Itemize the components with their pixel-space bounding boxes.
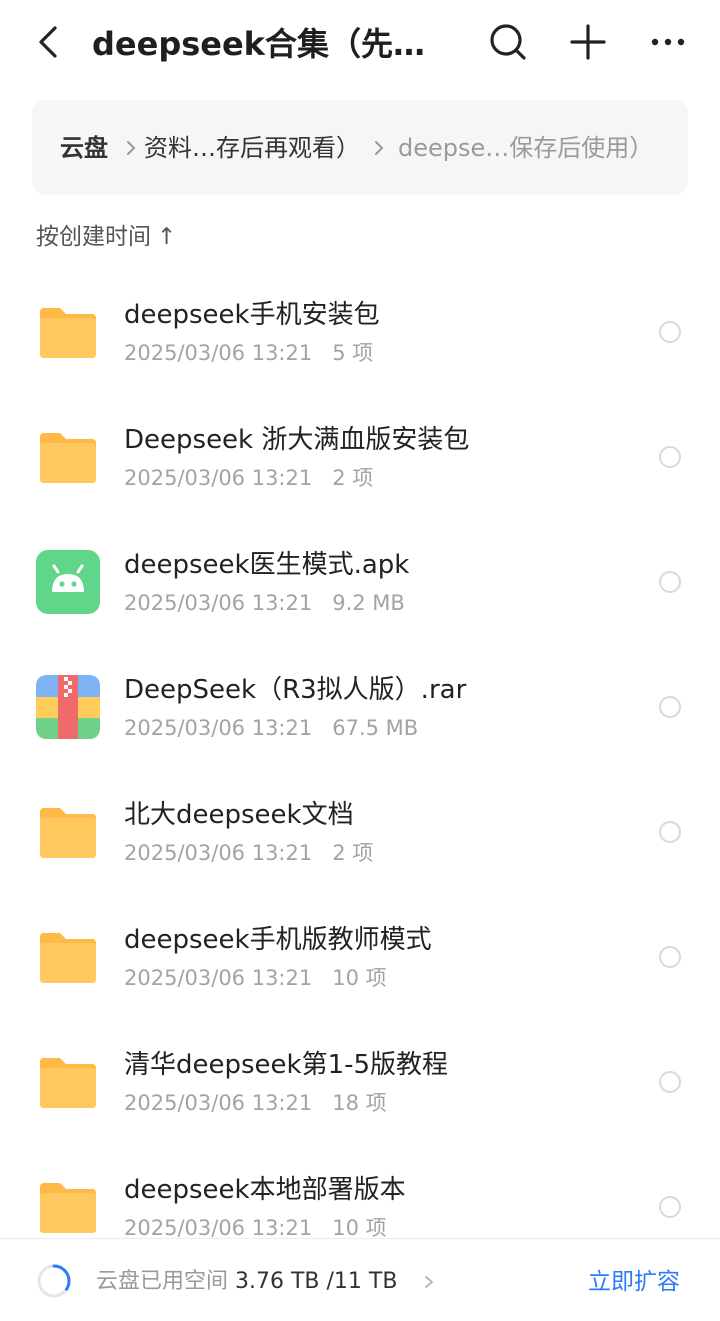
file-meta: 2025/03/06 13:21 2 项 [124,838,373,868]
file-info: 2 项 [332,466,374,490]
breadcrumb-current: deepse…保存后使用） [398,134,654,162]
file-row[interactable]: deepseek本地部署版本 2025/03/06 13:21 10 项 [0,1145,720,1238]
expand-storage-button[interactable]: 立即扩容 [588,1267,680,1297]
file-row[interactable]: Deepseek 浙大满血版安装包 2025/03/06 13:21 2 项 [0,395,720,520]
select-radio[interactable] [659,821,681,843]
chevron-left-icon[interactable] [30,22,70,62]
file-name: deepseek本地部署版本 [124,1175,406,1205]
file-date: 2025/03/06 13:21 [124,966,313,990]
file-date: 2025/03/06 13:21 [124,341,313,365]
file-meta: 2025/03/06 13:21 10 项 [124,1213,387,1238]
file-meta: 2025/03/06 13:21 9.2 MB [124,588,405,618]
more-horizontal-icon[interactable] [646,20,690,64]
file-meta: 2025/03/06 13:21 10 项 [124,963,387,993]
sort-selector[interactable]: 按创建时间 ↑ [36,222,176,252]
folder-icon [40,933,96,983]
file-name: deepseek医生模式.apk [124,550,410,580]
file-date: 2025/03/06 13:21 [124,841,313,865]
folder-icon [40,433,96,483]
select-radio[interactable] [659,1196,681,1218]
file-row[interactable]: deepseek手机安装包 2025/03/06 13:21 5 项 [0,270,720,395]
folder-icon [40,1058,96,1108]
file-date: 2025/03/06 13:21 [124,466,313,490]
file-row[interactable]: DeepSeek（R3拟人版）.rar 2025/03/06 13:21 67.5… [0,645,720,770]
breadcrumb: 云盘 资料…存后再观看） deepse…保存后使用） [32,100,688,195]
select-radio[interactable] [659,696,681,718]
breadcrumb-middle[interactable]: 资料…存后再观看） [144,132,354,164]
file-name: 北大deepseek文档 [124,800,354,830]
file-name: 清华deepseek第1-5版教程 [124,1050,449,1080]
sort-label: 按创建时间 [36,224,151,250]
file-info: 5 项 [332,341,374,365]
file-row[interactable]: 北大deepseek文档 2025/03/06 13:21 2 项 [0,770,720,895]
chevron-right-icon [127,141,135,155]
top-bar: deepseek合集（先… [0,0,720,88]
file-info: 18 项 [332,1091,387,1115]
breadcrumb-root[interactable]: 云盘 [60,132,108,164]
storage-usage-value: 3.76 TB /11 TB [235,1269,398,1294]
file-name: deepseek手机安装包 [124,300,380,330]
select-radio[interactable] [659,321,681,343]
file-meta: 2025/03/06 13:21 2 项 [124,463,373,493]
file-info: 2 项 [332,841,374,865]
file-info: 10 项 [332,1216,387,1238]
storage-usage-label: 云盘已用空间 [96,1269,229,1294]
plus-icon[interactable] [566,20,610,64]
folder-icon [40,808,96,858]
file-row[interactable]: 清华deepseek第1-5版教程 2025/03/06 13:21 18 项 [0,1020,720,1145]
select-radio[interactable] [659,946,681,968]
storage-usage[interactable]: 云盘已用空间 3.76 TB /11 TB [96,1267,397,1297]
storage-usage-ring-icon [37,1264,71,1298]
file-row[interactable]: deepseek手机版教师模式 2025/03/06 13:21 10 项 [0,895,720,1020]
file-info: 67.5 MB [332,716,419,740]
file-meta: 2025/03/06 13:21 5 项 [124,338,373,368]
file-date: 2025/03/06 13:21 [124,716,313,740]
archive-rar-icon [36,675,100,739]
android-apk-icon [36,550,100,614]
file-info: 10 项 [332,966,387,990]
file-name: DeepSeek（R3拟人版）.rar [124,675,467,705]
chevron-right-icon [375,141,383,155]
select-radio[interactable] [659,571,681,593]
chevron-right-icon [425,1276,433,1288]
file-name: Deepseek 浙大满血版安装包 [124,425,470,455]
file-date: 2025/03/06 13:21 [124,1216,313,1238]
select-radio[interactable] [659,1071,681,1093]
file-row[interactable]: deepseek医生模式.apk 2025/03/06 13:21 9.2 MB [0,520,720,645]
select-radio[interactable] [659,446,681,468]
file-date: 2025/03/06 13:21 [124,591,313,615]
search-icon[interactable] [486,20,530,64]
storage-footer: 云盘已用空间 3.76 TB /11 TB 立即扩容 [0,1238,720,1321]
sort-arrow-icon: ↑ [157,224,177,250]
file-name: deepseek手机版教师模式 [124,925,432,955]
file-date: 2025/03/06 13:21 [124,1091,313,1115]
file-list: deepseek手机安装包 2025/03/06 13:21 5 项 Deepse… [0,270,720,1238]
file-info: 9.2 MB [332,591,405,615]
file-meta: 2025/03/06 13:21 67.5 MB [124,713,418,743]
file-meta: 2025/03/06 13:21 18 项 [124,1088,387,1118]
page-title: deepseek合集（先… [92,25,425,63]
folder-icon [40,308,96,358]
folder-icon [40,1183,96,1233]
